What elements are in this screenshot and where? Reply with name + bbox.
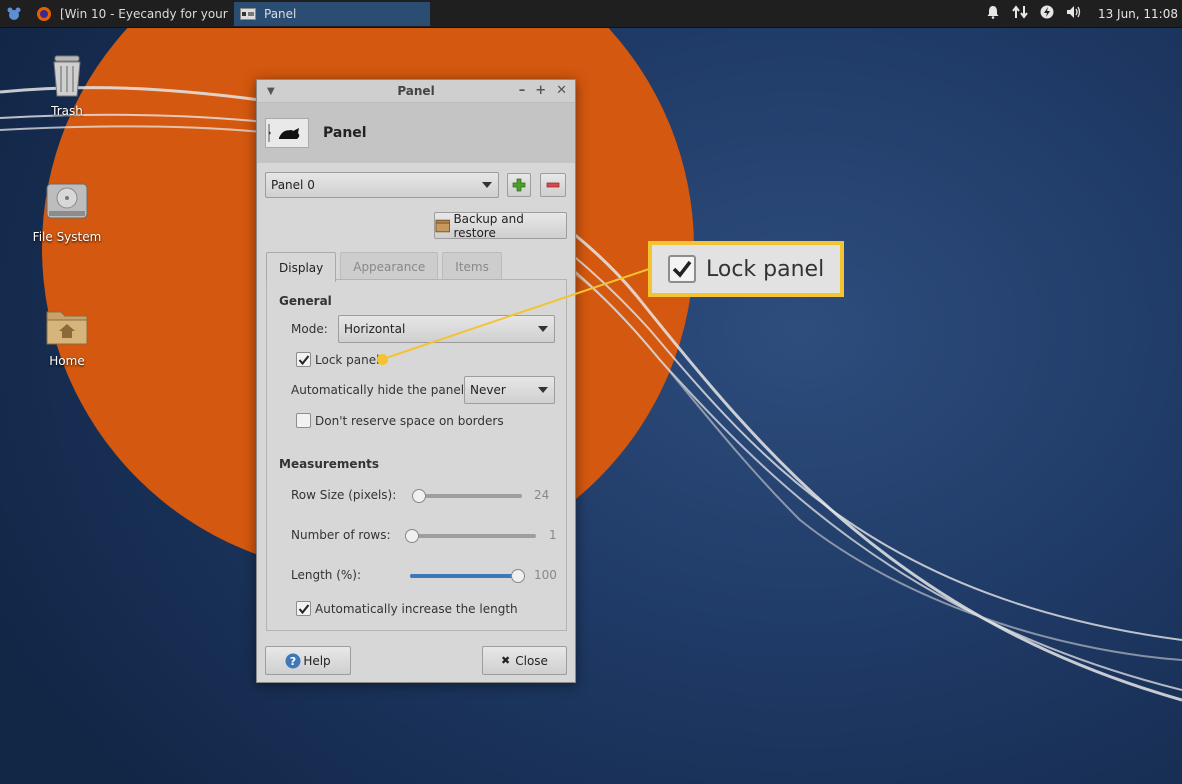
callout-connector [382,267,653,360]
tab-display[interactable]: Display [266,252,337,282]
tab-label: Display [279,260,324,275]
callout-label: Lock panel [706,256,825,282]
lock-panel-callout: Lock panel [648,241,844,297]
callout-anchor-dot [377,354,388,365]
checkmark-icon [668,255,696,283]
